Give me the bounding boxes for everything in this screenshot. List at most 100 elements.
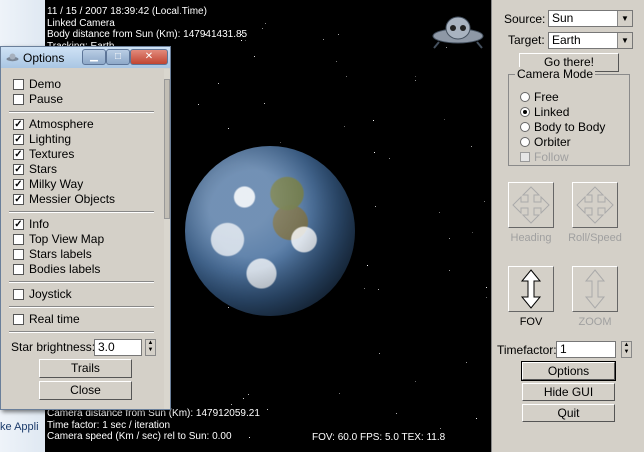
hud-bottom-info: Camera distance from Sun (Km): 147912059…: [47, 408, 260, 443]
star-dot: [466, 362, 467, 363]
star-dot: [415, 76, 416, 77]
option-atmosphere[interactable]: ✓ Atmosphere: [13, 117, 94, 131]
star-dot: [248, 394, 249, 395]
star-dot: [344, 126, 345, 127]
pause-label: Pause: [29, 92, 64, 106]
option-info[interactable]: ✓ Info: [13, 217, 49, 231]
star-dot: [472, 232, 473, 233]
milky-way-checkbox[interactable]: ✓: [13, 178, 24, 190]
radio-body-to-body[interactable]: [520, 122, 530, 132]
bodies-labels-label: Bodies labels: [29, 262, 101, 276]
option-stars-labels[interactable]: Stars labels: [13, 247, 92, 261]
separator: [9, 331, 154, 333]
textures-checkbox[interactable]: ✓: [13, 148, 24, 160]
option-lighting[interactable]: ✓ Lighting: [13, 132, 71, 146]
hud-time-factor: Time factor: 1 sec / iteration: [47, 419, 171, 431]
radio-orbiter[interactable]: [520, 137, 530, 147]
star-dot: [198, 104, 199, 105]
timefactor-input[interactable]: 1: [556, 341, 616, 358]
option-messier[interactable]: ✓ Messier Objects: [13, 192, 115, 206]
star-dot: [218, 83, 219, 84]
chevron-down-icon[interactable]: ▼: [617, 33, 632, 48]
milky-way-label: Milky Way: [29, 177, 84, 191]
star-brightness-label: Star brightness:: [11, 340, 96, 354]
textures-label: Textures: [29, 147, 75, 161]
star-dot: [379, 353, 380, 354]
real-time-checkbox[interactable]: [13, 313, 24, 325]
timefactor-spinner[interactable]: ▲ ▼: [621, 341, 632, 358]
target-select[interactable]: Earth ▼: [548, 32, 633, 49]
heading-control[interactable]: [508, 182, 554, 228]
lighting-checkbox[interactable]: ✓: [13, 133, 24, 145]
options-scrollbar[interactable]: [164, 69, 170, 409]
stars-labels-checkbox[interactable]: [13, 248, 24, 260]
option-textures[interactable]: ✓ Textures: [13, 147, 74, 161]
joystick-checkbox[interactable]: [13, 288, 24, 300]
chevron-down-icon[interactable]: ▼: [617, 11, 632, 26]
atmosphere-checkbox[interactable]: ✓: [13, 118, 24, 130]
minimize-button[interactable]: ▁: [82, 49, 106, 65]
options-button[interactable]: Options: [521, 361, 616, 381]
option-stars[interactable]: ✓ Stars: [13, 162, 57, 176]
trails-button[interactable]: Trails: [39, 359, 132, 378]
option-demo[interactable]: Demo: [13, 77, 61, 91]
star-brightness-spinner[interactable]: ▲ ▼: [145, 339, 156, 356]
separator: [9, 281, 154, 283]
star-dot: [264, 103, 265, 104]
hud-camera-speed: Camera speed (Km / sec) rel to Sun: 0.00: [47, 431, 232, 442]
star-brightness-value: 3.0: [98, 340, 115, 354]
option-real-time[interactable]: Real time: [13, 312, 80, 326]
source-select[interactable]: Sun ▼: [548, 10, 633, 27]
zoom-label: ZOOM: [578, 316, 612, 328]
mode-free[interactable]: Free: [520, 90, 559, 104]
scrollbar-thumb[interactable]: [164, 79, 170, 219]
roll-speed-control[interactable]: [572, 182, 618, 228]
messier-label: Messier Objects: [29, 192, 116, 206]
options-title: Options: [23, 51, 65, 65]
quit-button[interactable]: Quit: [522, 404, 615, 422]
star-dot: [449, 270, 450, 271]
mode-orbiter[interactable]: Orbiter: [520, 135, 571, 149]
separator: [9, 111, 154, 113]
maximize-button[interactable]: □: [106, 49, 130, 65]
star-brightness-input[interactable]: 3.0: [94, 339, 142, 356]
separator: [9, 211, 154, 213]
roll-speed-label: Roll/Speed: [568, 232, 622, 244]
desktop-app-text: ke Appli: [0, 421, 39, 433]
mode-body-to-body[interactable]: Body to Body: [520, 120, 605, 134]
hud-datetime: 11 / 15 / 2007 18:39:42 (Local Time): [47, 6, 207, 17]
option-milky-way[interactable]: ✓ Milky Way: [13, 177, 83, 191]
hide-gui-button[interactable]: Hide GUI: [522, 383, 615, 401]
option-top-view[interactable]: Top View Map: [13, 232, 104, 246]
star-dot: [265, 23, 266, 24]
info-label: Info: [29, 217, 50, 231]
demo-checkbox[interactable]: [13, 78, 24, 90]
mode-linked[interactable]: Linked: [520, 105, 569, 119]
star-dot: [280, 142, 281, 143]
radio-linked[interactable]: [520, 107, 530, 117]
option-pause[interactable]: Pause: [13, 92, 63, 106]
star-dot: [338, 34, 339, 35]
messier-checkbox[interactable]: ✓: [13, 193, 24, 205]
pause-checkbox[interactable]: [13, 93, 24, 105]
info-checkbox[interactable]: ✓: [13, 218, 24, 230]
close-button[interactable]: Close: [39, 381, 132, 400]
star-dot: [440, 428, 441, 429]
stars-checkbox[interactable]: ✓: [13, 163, 24, 175]
close-window-button[interactable]: ✕: [130, 49, 168, 65]
options-titlebar[interactable]: Options ▁ □ ✕: [1, 47, 170, 68]
bodies-labels-checkbox[interactable]: [13, 263, 24, 275]
ufo-ship-icon: [432, 16, 484, 49]
option-bodies-labels[interactable]: Bodies labels: [13, 262, 100, 276]
follow-checkbox-row: Follow: [520, 150, 569, 164]
star-dot: [243, 398, 244, 399]
timefactor-label: Timefactor:: [497, 343, 557, 357]
zoom-control[interactable]: [572, 266, 618, 312]
earth-shading: [185, 146, 355, 316]
camera-mode-title: Camera Mode: [515, 67, 596, 81]
radio-free[interactable]: [520, 92, 530, 102]
star-dot: [375, 206, 376, 207]
option-joystick[interactable]: Joystick: [13, 287, 72, 301]
fov-control[interactable]: [508, 266, 554, 312]
top-view-checkbox[interactable]: [13, 233, 24, 245]
